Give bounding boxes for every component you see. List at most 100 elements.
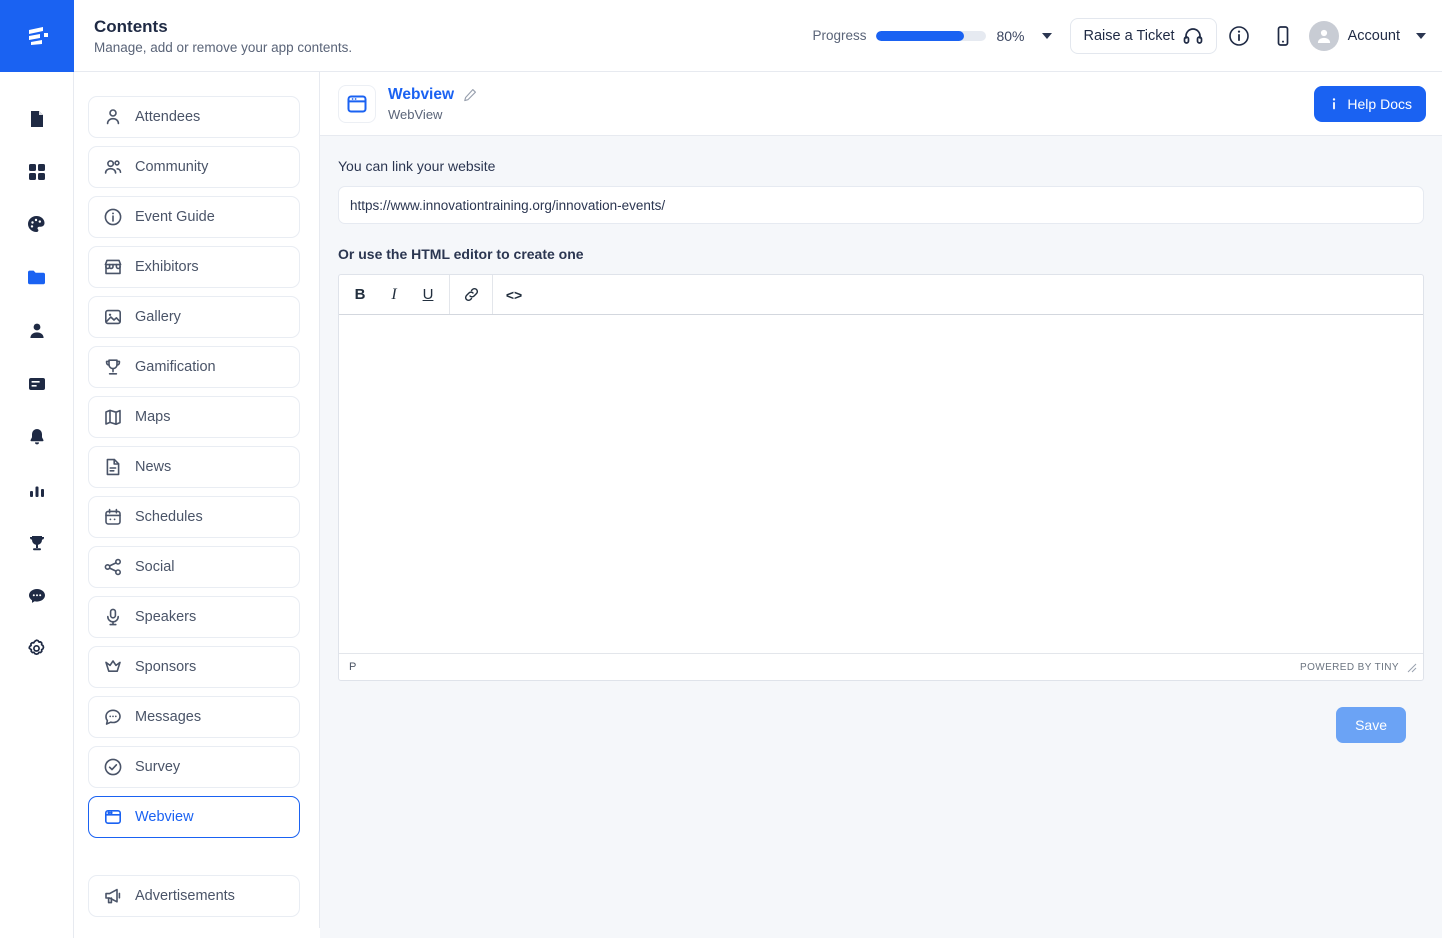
menu-item-event-guide[interactable]: Event Guide	[88, 196, 300, 238]
store-icon	[103, 257, 123, 277]
progress-indicator: Progress 80%	[812, 28, 1052, 44]
menu-item-community[interactable]: Community	[88, 146, 300, 188]
toolbar-divider	[492, 275, 493, 314]
url-label: You can link your website	[338, 158, 496, 174]
html-editor: B I U <> P POWERED BY TINY	[338, 274, 1424, 681]
app-root: Contents Manage, add or remove your app …	[0, 0, 1442, 938]
check-circle-icon	[103, 757, 123, 777]
menu-item-label: Maps	[135, 409, 171, 425]
panel-titles: Webview WebView	[388, 86, 477, 122]
underline-icon: U	[422, 286, 434, 303]
rail-item-dashboard[interactable]	[11, 145, 63, 198]
mobile-preview-button[interactable]	[1261, 14, 1305, 58]
panel-title-row: Webview	[388, 86, 477, 104]
menu-item-advertisements[interactable]: Advertisements	[88, 875, 300, 917]
link-icon	[464, 287, 478, 302]
menu-item-speakers[interactable]: Speakers	[88, 596, 300, 638]
page-title: Contents	[94, 16, 168, 36]
rail-item-cards[interactable]	[11, 357, 63, 410]
app-logo[interactable]	[0, 0, 74, 72]
menu-item-webview[interactable]: Webview	[88, 796, 300, 838]
rail-item-contents[interactable]	[11, 251, 63, 304]
info-button[interactable]	[1217, 14, 1261, 58]
editor-content-area[interactable]	[339, 314, 1423, 653]
toolbar-divider	[449, 275, 450, 314]
panel-title: Webview	[388, 85, 455, 103]
account-menu[interactable]: Account	[1305, 20, 1426, 51]
link-button[interactable]	[454, 280, 488, 310]
progress-chevron-down-icon[interactable]	[1041, 32, 1052, 39]
underline-button[interactable]: U	[411, 280, 445, 310]
website-url-input[interactable]	[338, 186, 1424, 224]
progress-bar	[876, 30, 987, 41]
contents-menu-list: Attendees Community Event Guide Exhibito…	[88, 96, 300, 838]
info-circle-icon	[103, 207, 123, 227]
italic-button[interactable]: I	[377, 280, 411, 310]
powered-by-label: POWERED BY TINY	[1300, 661, 1399, 673]
rail-item-notifications[interactable]	[11, 410, 63, 463]
calendar-icon	[103, 507, 123, 527]
progress-bar-fill	[876, 30, 965, 41]
bold-button[interactable]: B	[343, 280, 377, 310]
rail-item-documents[interactable]	[11, 92, 63, 145]
account-label: Account	[1347, 27, 1400, 44]
menu-item-survey[interactable]: Survey	[88, 746, 300, 788]
menu-item-schedules[interactable]: Schedules	[88, 496, 300, 538]
source-code-button[interactable]: <>	[497, 280, 531, 310]
save-button[interactable]: Save	[1336, 707, 1406, 743]
panel-header: Webview WebView Help Docs	[320, 72, 1442, 136]
raise-ticket-button[interactable]: Raise a Ticket	[1069, 17, 1217, 54]
menu-item-label: News	[135, 459, 172, 475]
info-circle-icon	[1228, 25, 1249, 46]
info-icon	[1333, 97, 1336, 109]
menu-item-gallery[interactable]: Gallery	[88, 296, 300, 338]
rail-item-gamification[interactable]	[11, 516, 63, 569]
share-icon	[103, 557, 123, 577]
menu-item-label: Survey	[135, 759, 181, 775]
menu-item-label: Exhibitors	[135, 259, 199, 275]
editor-element-path: P	[349, 661, 357, 673]
rail-item-analytics[interactable]	[11, 463, 63, 516]
rail-item-people[interactable]	[11, 304, 63, 357]
chat-icon	[28, 588, 45, 603]
trophy-icon	[103, 357, 123, 377]
editor-status-bar: P POWERED BY TINY	[339, 653, 1423, 680]
menu-item-attendees[interactable]: Attendees	[88, 96, 300, 138]
news-icon	[103, 457, 123, 477]
bold-icon: B	[354, 286, 366, 303]
menu-item-sponsors[interactable]: Sponsors	[88, 646, 300, 688]
rail-item-design[interactable]	[11, 198, 63, 251]
megaphone-icon	[103, 886, 123, 906]
account-chevron-down-icon[interactable]	[1416, 32, 1426, 39]
menu-item-label: Webview	[135, 809, 194, 825]
bar-chart-icon	[29, 486, 44, 497]
menu-item-maps[interactable]: Maps	[88, 396, 300, 438]
menu-item-news[interactable]: News	[88, 446, 300, 488]
main-pane: Webview WebView Help Docs You can link y…	[320, 72, 1442, 938]
contents-menu-footer: Advertisements	[88, 875, 300, 917]
menu-item-messages[interactable]: Messages	[88, 696, 300, 738]
bell-icon	[29, 428, 44, 444]
menu-item-gamification[interactable]: Gamification	[88, 346, 300, 388]
webview-icon	[103, 807, 123, 827]
webview-form: You can link your website Or use the HTM…	[320, 136, 1442, 743]
rail-item-settings[interactable]	[11, 622, 63, 675]
menu-item-social[interactable]: Social	[88, 546, 300, 588]
rail-item-messages[interactable]	[11, 569, 63, 622]
pencil-icon[interactable]	[463, 88, 477, 102]
raise-ticket-label: Raise a Ticket	[1083, 27, 1175, 44]
help-docs-button[interactable]: Help Docs	[1314, 85, 1426, 122]
help-docs-label: Help Docs	[1347, 95, 1412, 112]
person-icon	[103, 107, 123, 127]
app-logo-icon	[28, 27, 48, 45]
gear-icon	[28, 639, 45, 656]
resize-handle-icon[interactable]	[1406, 662, 1417, 673]
avatar	[1308, 20, 1339, 51]
map-icon	[103, 407, 123, 427]
save-row: Save	[338, 681, 1424, 743]
menu-item-label: Messages	[135, 709, 202, 725]
panel-thumbnail	[338, 84, 376, 123]
menu-item-exhibitors[interactable]: Exhibitors	[88, 246, 300, 288]
person-icon	[1317, 29, 1330, 43]
top-header: Contents Manage, add or remove your app …	[74, 0, 1442, 72]
